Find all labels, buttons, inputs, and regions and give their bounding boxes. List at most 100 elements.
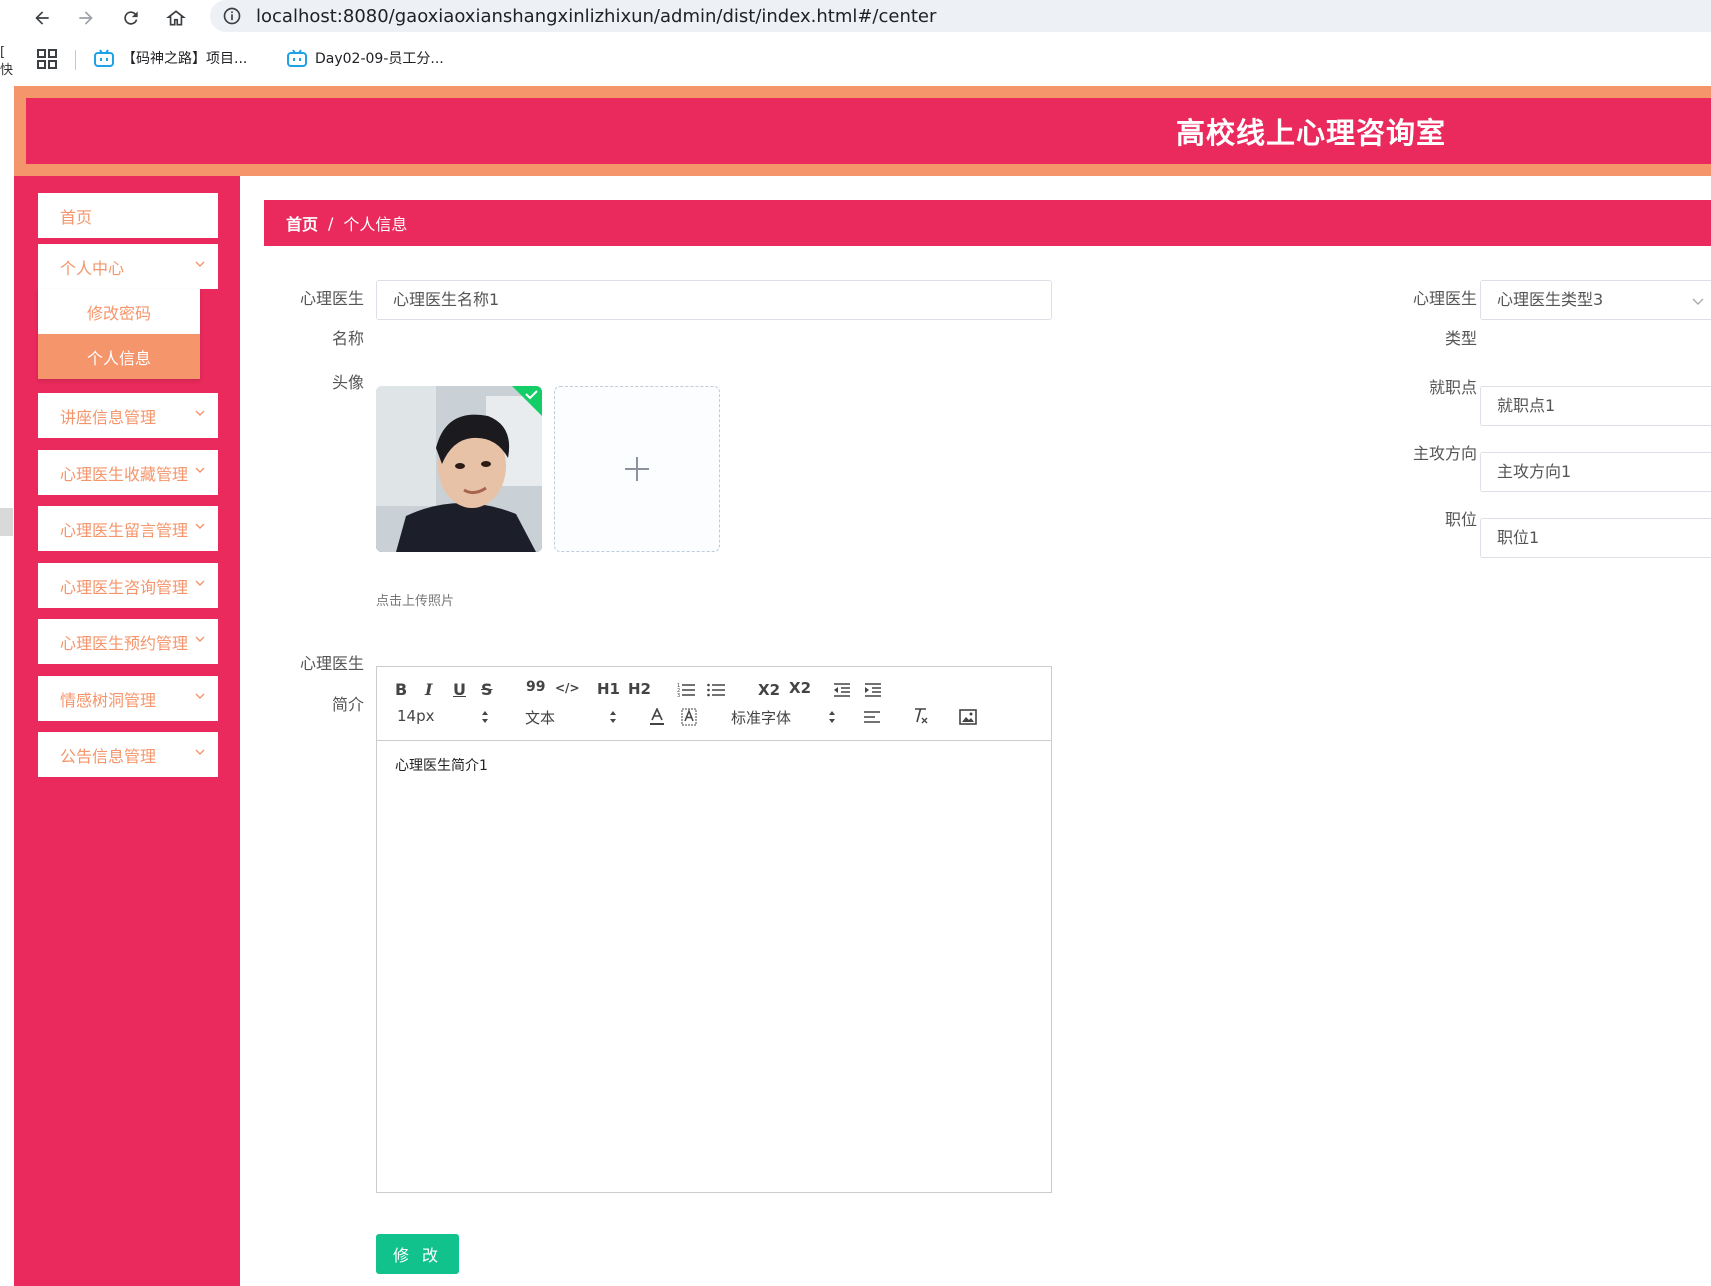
position-label: 职位 — [1444, 510, 1477, 529]
chevron-down-icon — [195, 749, 205, 755]
header-inner: 高校线上心理咨询室 — [26, 98, 1711, 164]
align-icon[interactable] — [863, 710, 881, 724]
chevron-down-icon — [195, 580, 205, 586]
url-text[interactable]: localhost:8080/gaoxiaoxianshangxinlizhix… — [256, 6, 936, 27]
chevron-down-icon — [195, 467, 205, 473]
select-arrows-icon — [482, 711, 488, 723]
left-edge-marker — [0, 508, 13, 536]
check-icon — [512, 386, 542, 416]
top-header: 高校线上心理咨询室 — [14, 86, 1711, 176]
sidebar-item-label: 心理医生留言管理 — [60, 520, 189, 540]
sidebar-item-announcements[interactable]: 公告信息管理 — [38, 732, 218, 777]
sidebar-item-lectures[interactable]: 讲座信息管理 — [38, 393, 218, 438]
h2-button[interactable]: H2 — [628, 680, 651, 698]
sidebar-item-label: 公告信息管理 — [60, 746, 157, 766]
apps-grid-icon[interactable] — [36, 48, 58, 70]
avatar-preview[interactable] — [376, 386, 542, 552]
sidebar-item-label: 个人中心 — [60, 258, 125, 278]
submenu-item-label: 个人信息 — [86, 348, 151, 368]
app-title: 高校线上心理咨询室 — [1176, 116, 1447, 150]
name-label-line2: 名称 — [331, 329, 364, 348]
breadcrumb-home[interactable]: 首页 — [286, 211, 318, 235]
intro-label-line2: 简介 — [331, 695, 364, 714]
breadcrumb: 首页 / 个人信息 — [264, 200, 1711, 246]
left-edge-text: [ 快 — [0, 45, 14, 78]
sidebar-item-messages[interactable]: 心理医生留言管理 — [38, 506, 218, 551]
underline-button[interactable]: U — [453, 680, 466, 699]
bookmark-item[interactable]: 【码神之路】项目... — [94, 48, 247, 68]
direction-input[interactable]: 主攻方向1 — [1480, 452, 1711, 492]
image-icon[interactable] — [959, 709, 977, 725]
type-label-line1: 心理医生 — [1412, 289, 1477, 308]
back-icon[interactable] — [28, 4, 56, 32]
bookmark-label: Day02-09-员工分... — [315, 51, 444, 67]
sidebar-item-personal-center[interactable]: 个人中心 — [38, 244, 218, 289]
editor-content[interactable]: 心理医生简介1 — [395, 755, 488, 775]
bilibili-icon — [94, 49, 114, 67]
blockquote-button[interactable]: 99 — [526, 679, 545, 695]
breadcrumb-separator: / — [328, 213, 334, 233]
sidebar-item-favorites[interactable]: 心理医生收藏管理 — [38, 450, 218, 495]
clear-format-icon[interactable] — [911, 707, 929, 725]
size-select[interactable]: 14px — [397, 707, 435, 725]
workplace-input[interactable]: 就职点1 — [1480, 386, 1711, 426]
chevron-down-icon — [195, 261, 205, 267]
rich-text-editor: B I U S 99 </> H1 H2 1 2 3 X2 X2 14px 文本… — [376, 666, 1052, 1193]
name-input[interactable]: 心理医生名称1 — [376, 280, 1052, 320]
h1-button[interactable]: H1 — [597, 680, 620, 698]
chevron-down-icon — [1692, 298, 1704, 305]
chevron-down-icon — [195, 636, 205, 642]
avatar-upload-button[interactable] — [554, 386, 720, 552]
ordered-list-icon[interactable]: 1 2 3 — [677, 682, 695, 698]
bookmarks-separator — [75, 50, 76, 70]
app-root: 高校线上心理咨询室 首页 个人中心 修改密码 个人信息 讲座信息管理 心理医生收… — [14, 86, 1711, 1286]
font-color-icon[interactable] — [649, 708, 665, 726]
chevron-down-icon — [195, 523, 205, 529]
sidebar-item-label: 讲座信息管理 — [60, 407, 157, 427]
workplace-label: 就职点 — [1428, 378, 1477, 397]
sidebar-item-consultations[interactable]: 心理医生咨询管理 — [38, 563, 218, 608]
outdent-icon[interactable] — [833, 682, 851, 698]
chevron-down-icon — [195, 410, 205, 416]
reload-icon[interactable] — [117, 4, 145, 32]
bookmark-label: 【码神之路】项目... — [122, 51, 248, 67]
name-label-line1: 心理医生 — [299, 289, 364, 308]
type-select[interactable]: 心理医生类型3 — [1480, 280, 1711, 320]
sidebar-item-appointments[interactable]: 心理医生预约管理 — [38, 619, 218, 664]
editor-toolbar: B I U S 99 </> H1 H2 1 2 3 X2 X2 14px 文本… — [377, 667, 1051, 741]
type-label-line2: 类型 — [1444, 329, 1477, 348]
submit-button[interactable]: 修 改 — [376, 1234, 459, 1274]
bookmarks-bar: 【码神之路】项目... Day02-09-员工分... — [0, 44, 1711, 78]
info-icon[interactable] — [222, 6, 242, 26]
sidebar-item-label: 情感树洞管理 — [60, 690, 157, 710]
address-bar[interactable]: localhost:8080/gaoxiaoxianshangxinlizhix… — [210, 0, 1711, 32]
superscript-button[interactable]: X2 — [789, 679, 811, 697]
submenu-item-personal-info[interactable]: 个人信息 — [38, 334, 200, 379]
font-select[interactable]: 标准字体 — [731, 707, 791, 728]
code-block-button[interactable]: </> — [555, 681, 580, 695]
direction-label: 主攻方向 — [1412, 444, 1477, 463]
background-color-icon[interactable] — [681, 708, 697, 726]
bookmark-item[interactable]: Day02-09-员工分... — [287, 48, 444, 68]
sidebar-item-label: 心理医生咨询管理 — [60, 577, 189, 597]
chevron-down-icon — [195, 693, 205, 699]
svg-text:3: 3 — [677, 693, 680, 698]
sidebar-item-label: 心理医生收藏管理 — [60, 464, 189, 484]
strike-button[interactable]: S — [481, 680, 493, 699]
home-icon[interactable] — [162, 4, 190, 32]
header-select[interactable]: 文本 — [525, 707, 555, 728]
select-arrows-icon — [610, 711, 616, 723]
bullet-list-icon[interactable] — [707, 682, 725, 698]
indent-icon[interactable] — [864, 682, 882, 698]
sidebar-item-home[interactable]: 首页 — [38, 193, 218, 238]
subscript-button[interactable]: X2 — [758, 681, 780, 699]
position-input[interactable]: 职位1 — [1480, 518, 1711, 558]
submenu-item-change-password[interactable]: 修改密码 — [38, 289, 200, 334]
bilibili-icon — [287, 49, 307, 67]
sidebar-item-label: 首页 — [60, 207, 93, 227]
submenu-item-label: 修改密码 — [86, 303, 151, 323]
forward-icon[interactable] — [72, 4, 100, 32]
italic-button[interactable]: I — [425, 680, 432, 699]
sidebar-item-tree-hole[interactable]: 情感树洞管理 — [38, 676, 218, 721]
bold-button[interactable]: B — [395, 680, 407, 699]
